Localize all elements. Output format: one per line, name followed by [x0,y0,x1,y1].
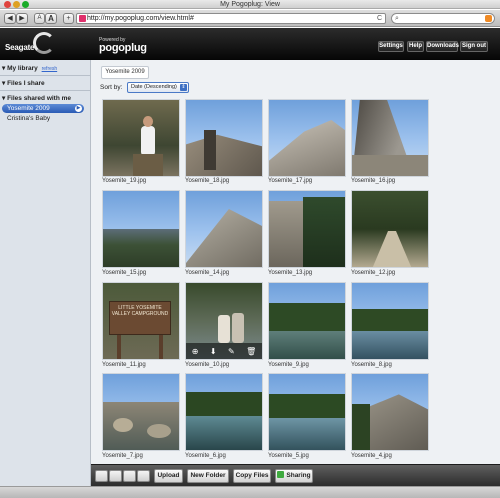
photo-filename[interactable]: Yosemite_16.jpg [351,178,395,184]
photo-thumbnail[interactable] [268,99,346,177]
settings-button[interactable]: Settings [378,41,404,52]
browser-toolbar: ◀ ▶ A A + http://my.pogoplug.com/view.ht… [0,10,500,27]
sort-label: Sort by: [100,84,123,91]
sidebar-divider [0,75,90,76]
chevron-right-icon: ▶ [75,105,82,112]
photo-filename[interactable]: Yosemite_19.jpg [102,178,146,184]
expand-triangle-icon: ▾ [2,95,6,102]
share-icon [277,471,285,478]
photo-filename[interactable]: Yosemite_13.jpg [268,270,312,276]
large-view-icon[interactable] [137,470,150,482]
campground-sign: LITTLE YOSEMITE VALLEY CAMPGROUND [109,301,171,335]
rss-icon[interactable] [485,15,492,22]
pogoplug-logo: pogoplug [99,42,147,54]
sharing-button[interactable]: Sharing [275,469,313,483]
forward-button[interactable]: ▶ [16,13,28,24]
photo-thumbnail[interactable]: LITTLE YOSEMITE VALLEY CAMPGROUND [102,282,180,360]
address-url: http://my.pogoplug.com/view.html# [87,15,194,22]
new-folder-button[interactable]: New Folder [187,469,229,483]
photo-filename[interactable]: Yosemite_4.jpg [351,453,392,459]
small-grid-view-icon[interactable] [109,470,122,482]
sidebar-divider [0,90,90,91]
select-arrows-icon: ⇕ [180,84,187,91]
photo-thumbnail[interactable] [102,190,180,268]
photo-thumbnail[interactable] [351,99,429,177]
seagate-logo-text: Seagate [5,43,35,52]
photo-thumbnail[interactable] [351,373,429,451]
sidebar-item-label: Yosemite 2009 [7,105,50,112]
photo-thumbnail[interactable] [185,190,263,268]
photo-thumbnail[interactable] [351,190,429,268]
photo-filename[interactable]: Yosemite_10.jpg [185,362,229,368]
photo-filename[interactable]: Yosemite_12.jpg [351,270,395,276]
grid-view-icon[interactable] [123,470,136,482]
thumbnail-action-bar: ⊕ ⬇ ✎ 🗑 [186,343,262,359]
sidebar: ▾ My library refresh ▾ Files I share ▾ F… [0,60,91,498]
photo-filename[interactable]: Yosemite_5.jpg [268,453,309,459]
edit-icon[interactable]: ✎ [228,347,235,356]
help-button[interactable]: Help [407,41,424,52]
tab-yosemite-2009[interactable]: Yosemite 2009 [101,66,149,79]
sidebar-files-i-share[interactable]: ▾ Files I share [2,79,45,87]
photo-filename[interactable]: Yosemite_9.jpg [268,362,309,368]
back-button[interactable]: ◀ [4,13,16,24]
sidebar-item-cristinas-baby[interactable]: Cristina's Baby [7,115,50,122]
copy-files-button[interactable]: Copy Files [233,469,271,483]
text-smaller-button[interactable]: A [34,13,45,24]
photo-filename[interactable]: Yosemite_8.jpg [351,362,392,368]
window-title: My Pogoplug: View [220,1,280,8]
address-bar[interactable]: http://my.pogoplug.com/view.html# C [76,13,386,24]
search-icon: ⌕ [395,15,399,22]
photo-filename[interactable]: Yosemite_14.jpg [185,270,229,276]
photo-thumbnail[interactable] [185,99,263,177]
window-titlebar: My Pogoplug: View [0,0,500,9]
add-bookmark-button[interactable]: + [63,13,74,24]
site-favicon-icon [79,15,86,22]
app-header: Seagate Powered by pogoplug Settings Hel… [0,28,500,60]
list-view-icon[interactable] [95,470,108,482]
sidebar-item-label: Files shared with me [7,95,72,102]
photo-thumbnail[interactable] [102,99,180,177]
main-content: Yosemite 2009 Sort by: Date (Descending)… [91,60,500,464]
seagate-logo-icon [33,32,55,54]
sidebar-files-shared-with-me[interactable]: ▾ Files shared with me [2,94,71,102]
photo-thumbnail[interactable] [185,373,263,451]
photo-filename[interactable]: Yosemite_7.jpg [102,453,143,459]
refresh-link[interactable]: refresh [42,66,58,72]
photo-filename[interactable]: Yosemite_15.jpg [102,270,146,276]
search-input[interactable]: ⌕ [391,13,495,24]
sign-out-button[interactable]: Sign out [460,41,488,52]
photo-thumbnail[interactable] [102,373,180,451]
photo-thumbnail[interactable] [268,190,346,268]
photo-filename[interactable]: Yosemite_17.jpg [268,178,312,184]
close-window-icon[interactable] [4,1,11,8]
sort-value: Date (Descending) [131,84,177,90]
minimize-window-icon[interactable] [13,1,20,8]
downloads-button[interactable]: Downloads [426,41,459,52]
sidebar-item-label: Files I share [7,80,45,87]
download-icon[interactable]: ⬇ [210,347,217,356]
photo-filename[interactable]: Yosemite_11.jpg [102,362,146,368]
zoom-window-icon[interactable] [22,1,29,8]
photo-thumbnail[interactable] [268,373,346,451]
sidebar-item-label: My library [7,65,38,72]
text-larger-button[interactable]: A [45,13,57,24]
photo-thumbnail[interactable] [268,282,346,360]
sidebar-my-library[interactable]: ▾ My library refresh [2,64,57,72]
sidebar-item-yosemite-2009[interactable]: Yosemite 2009 ▶ [2,104,84,113]
trash-icon[interactable]: 🗑 [246,347,256,356]
expand-triangle-icon: ▾ [2,65,6,72]
browser-statusbar [0,486,500,498]
reload-icon[interactable]: C [377,14,382,23]
sharing-label: Sharing [286,472,311,479]
sort-select[interactable]: Date (Descending) ⇕ [127,82,189,93]
photo-filename[interactable]: Yosemite_18.jpg [185,178,229,184]
photo-thumbnail-selected[interactable]: ⊕ ⬇ ✎ 🗑 [185,282,263,360]
photo-filename[interactable]: Yosemite_6.jpg [185,453,226,459]
bottom-toolbar: Upload New Folder Copy Files Sharing [91,464,500,486]
expand-triangle-icon: ▾ [2,80,6,87]
zoom-icon[interactable]: ⊕ [192,347,199,356]
upload-button[interactable]: Upload [154,469,183,483]
photo-thumbnail[interactable] [351,282,429,360]
